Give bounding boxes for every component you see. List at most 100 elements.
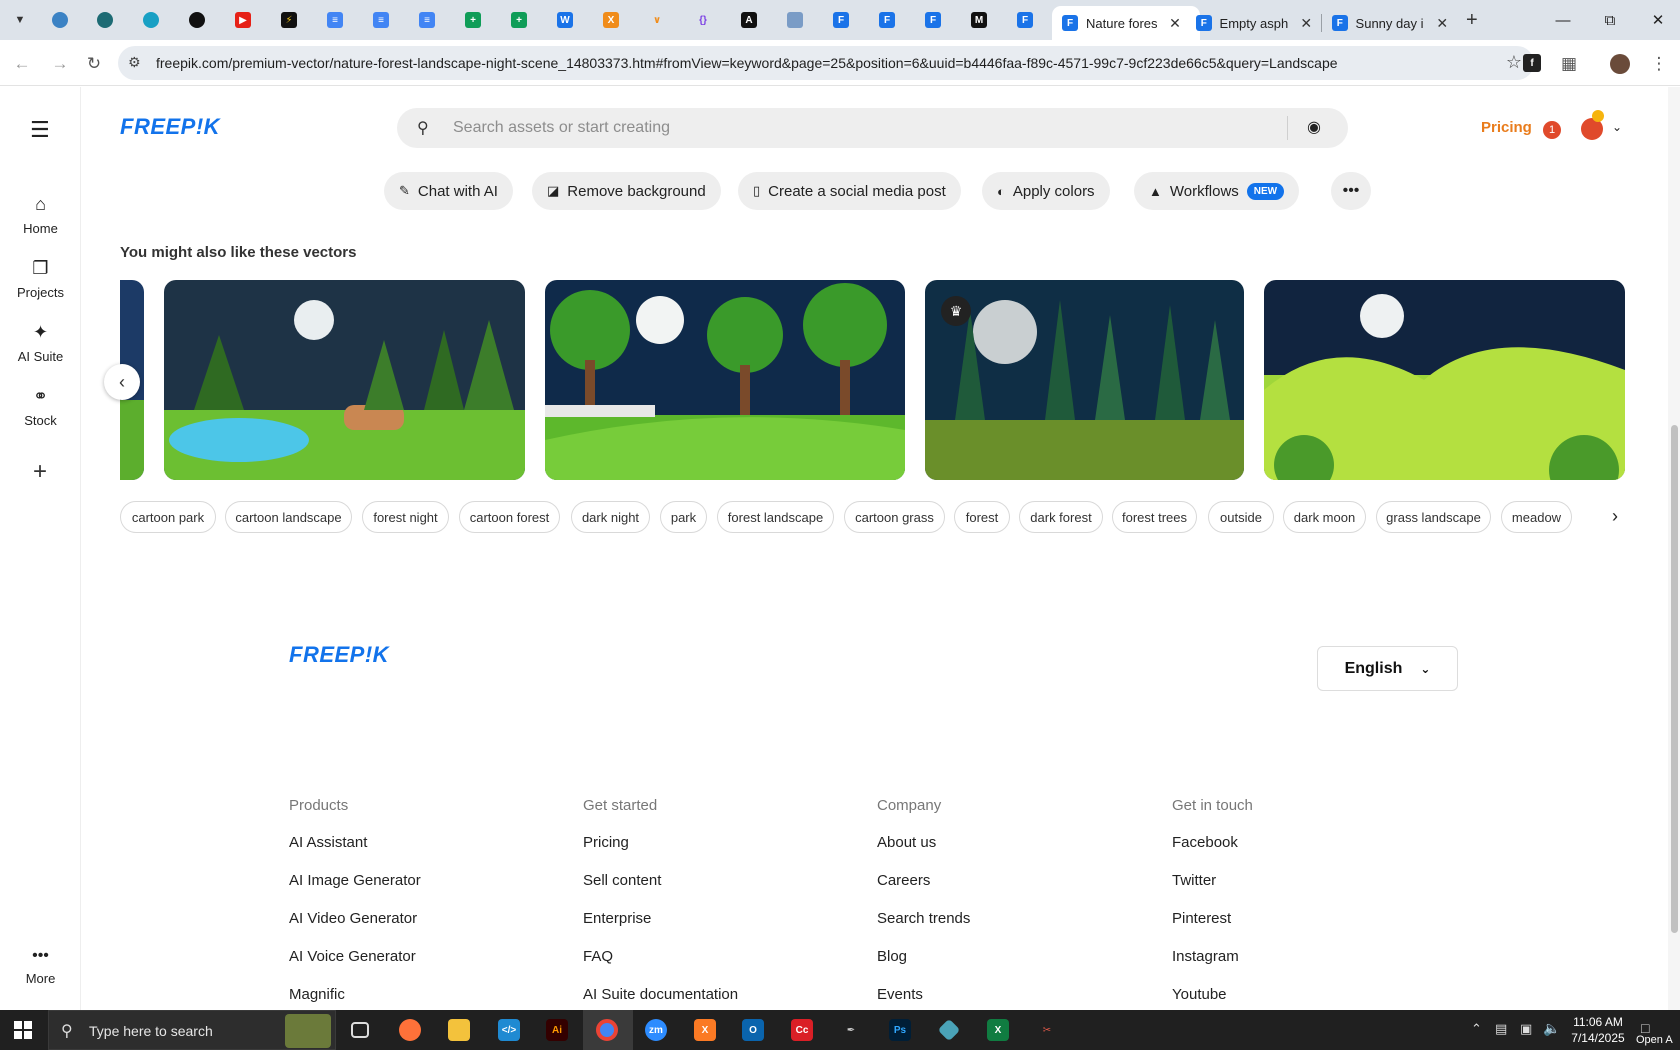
minimize-button[interactable]: —: [1541, 6, 1585, 34]
footer-link[interactable]: Pricing: [583, 834, 629, 851]
app-diamond-icon[interactable]: [934, 1016, 964, 1044]
footer-link[interactable]: AI Voice Generator: [289, 948, 416, 965]
footer-link[interactable]: AI Suite documentation: [583, 986, 738, 1003]
pinned-tab[interactable]: [784, 9, 806, 31]
snipping-tool-icon[interactable]: ✂: [1032, 1016, 1062, 1044]
vscode-icon[interactable]: </>: [494, 1016, 524, 1044]
scrollbar-thumb[interactable]: [1671, 425, 1678, 933]
tab-search-icon[interactable]: ▼: [8, 8, 32, 32]
tag-chip[interactable]: meadow: [1501, 501, 1572, 533]
outlook-icon[interactable]: O: [738, 1016, 768, 1044]
tag-chip[interactable]: cartoon forest: [459, 501, 560, 533]
profile-avatar-icon[interactable]: [1608, 52, 1632, 76]
windows-start-icon[interactable]: [8, 1016, 38, 1044]
tab-empty-asphalt[interactable]: F Empty asph ✕: [1186, 6, 1324, 40]
camera-search-icon[interactable]: ◉: [1307, 117, 1321, 137]
footer-link[interactable]: Events: [877, 986, 923, 1003]
rail-item-more[interactable]: ••• More: [0, 947, 81, 986]
site-info-icon[interactable]: ⚙: [128, 54, 141, 71]
vector-card[interactable]: [164, 280, 525, 480]
pinned-tab[interactable]: F: [876, 9, 898, 31]
tag-chip[interactable]: dark moon: [1283, 501, 1366, 533]
search-input[interactable]: [453, 116, 1253, 140]
window-close-button[interactable]: ✕: [1636, 6, 1680, 34]
footer-link[interactable]: AI Video Generator: [289, 910, 417, 927]
url-text[interactable]: freepik.com/premium-vector/nature-forest…: [156, 55, 1338, 71]
add-button[interactable]: +: [22, 454, 58, 490]
social-media-post-button[interactable]: ▯ Create a social media post: [738, 172, 961, 210]
chat-with-ai-button[interactable]: ✎ Chat with AI: [384, 172, 513, 210]
pinned-tab[interactable]: +: [462, 9, 484, 31]
more-tools-button[interactable]: •••: [1331, 172, 1371, 210]
pricing-link[interactable]: Pricing: [1481, 119, 1532, 136]
address-bar[interactable]: ⚙ freepik.com/premium-vector/nature-fore…: [118, 46, 1534, 80]
pinned-tab[interactable]: W: [554, 9, 576, 31]
illustrator-icon[interactable]: Ai: [542, 1016, 572, 1044]
tag-chip[interactable]: dark night: [571, 501, 650, 533]
footer-link[interactable]: Search trends: [877, 910, 970, 927]
tag-chip[interactable]: forest: [954, 501, 1010, 533]
new-tab-button[interactable]: +: [1466, 9, 1478, 32]
file-explorer-icon[interactable]: [444, 1016, 474, 1044]
xampp-icon[interactable]: X: [690, 1016, 720, 1044]
tag-chip[interactable]: grass landscape: [1376, 501, 1491, 533]
close-icon[interactable]: ✕: [1434, 15, 1450, 32]
tag-chip[interactable]: cartoon park: [120, 501, 216, 533]
rail-item-projects[interactable]: ❐ Projects: [0, 258, 81, 300]
footer-link[interactable]: Magnific: [289, 986, 345, 1003]
forward-icon[interactable]: →: [48, 52, 72, 76]
creative-cloud-icon[interactable]: Cc: [787, 1016, 817, 1044]
pinned-tab[interactable]: {}: [692, 9, 714, 31]
footer-link[interactable]: AI Image Generator: [289, 872, 421, 889]
footer-link[interactable]: Instagram: [1172, 948, 1239, 965]
close-icon[interactable]: ✕: [1167, 15, 1183, 32]
restore-button[interactable]: ⧉: [1588, 6, 1632, 34]
tag-chip[interactable]: cartoon landscape: [225, 501, 352, 533]
footer-link[interactable]: Facebook: [1172, 834, 1238, 851]
footer-link[interactable]: Twitter: [1172, 872, 1216, 889]
extension-f-icon[interactable]: f: [1520, 51, 1544, 75]
pinned-tab[interactable]: F: [830, 9, 852, 31]
tab-sunny-day[interactable]: F Sunny day i ✕: [1322, 6, 1460, 40]
footer-link[interactable]: Pinterest: [1172, 910, 1231, 927]
vector-card[interactable]: ♛: [925, 280, 1244, 480]
pinned-tab[interactable]: [186, 9, 208, 31]
tray-app-icon[interactable]: ▤: [1495, 1021, 1507, 1037]
back-icon[interactable]: ←: [10, 52, 34, 76]
pinned-tab[interactable]: M: [968, 9, 990, 31]
pinned-tab[interactable]: [49, 9, 71, 31]
tags-next-chevron-icon[interactable]: ›: [1612, 506, 1618, 527]
pinned-tab[interactable]: X: [600, 9, 622, 31]
tag-chip[interactable]: forest night: [362, 501, 449, 533]
tray-overflow-chevron-icon[interactable]: ⌃: [1471, 1021, 1482, 1037]
notification-bell-icon[interactable]: 1: [1543, 121, 1561, 139]
tag-chip[interactable]: cartoon grass: [844, 501, 945, 533]
carousel-prev-button[interactable]: ‹: [104, 364, 140, 400]
footer-link[interactable]: FAQ: [583, 948, 613, 965]
browser-menu-icon[interactable]: ⋮: [1647, 52, 1671, 76]
network-icon[interactable]: ▣: [1520, 1021, 1532, 1037]
tag-chip[interactable]: dark forest: [1019, 501, 1103, 533]
tab-nature-forest[interactable]: F Nature fores ✕: [1052, 6, 1200, 40]
hamburger-menu-icon[interactable]: ☰: [30, 117, 50, 143]
chrome-icon[interactable]: [592, 1016, 622, 1044]
footer-link[interactable]: About us: [877, 834, 936, 851]
tag-chip[interactable]: forest landscape: [717, 501, 834, 533]
tag-chip[interactable]: park: [660, 501, 707, 533]
pinned-tab[interactable]: ≡: [324, 9, 346, 31]
pinned-tab[interactable]: A: [738, 9, 760, 31]
freepik-logo[interactable]: FREEP!K: [120, 114, 220, 140]
pinned-tab[interactable]: [140, 9, 162, 31]
language-select[interactable]: English ⌄: [1317, 646, 1458, 691]
footer-link[interactable]: Careers: [877, 872, 930, 889]
remove-background-button[interactable]: ◪ Remove background: [532, 172, 721, 210]
reload-icon[interactable]: ↻: [82, 52, 106, 76]
footer-link[interactable]: Enterprise: [583, 910, 651, 927]
apply-colors-button[interactable]: ◐ Apply colors: [982, 172, 1110, 210]
rail-item-home[interactable]: ⌂ Home: [0, 194, 81, 236]
excel-icon[interactable]: X: [983, 1016, 1013, 1044]
pinned-tab[interactable]: ⚡: [278, 9, 300, 31]
zoom-icon[interactable]: zm: [641, 1016, 671, 1044]
tag-chip[interactable]: forest trees: [1112, 501, 1197, 533]
pinned-tab[interactable]: ≡: [370, 9, 392, 31]
